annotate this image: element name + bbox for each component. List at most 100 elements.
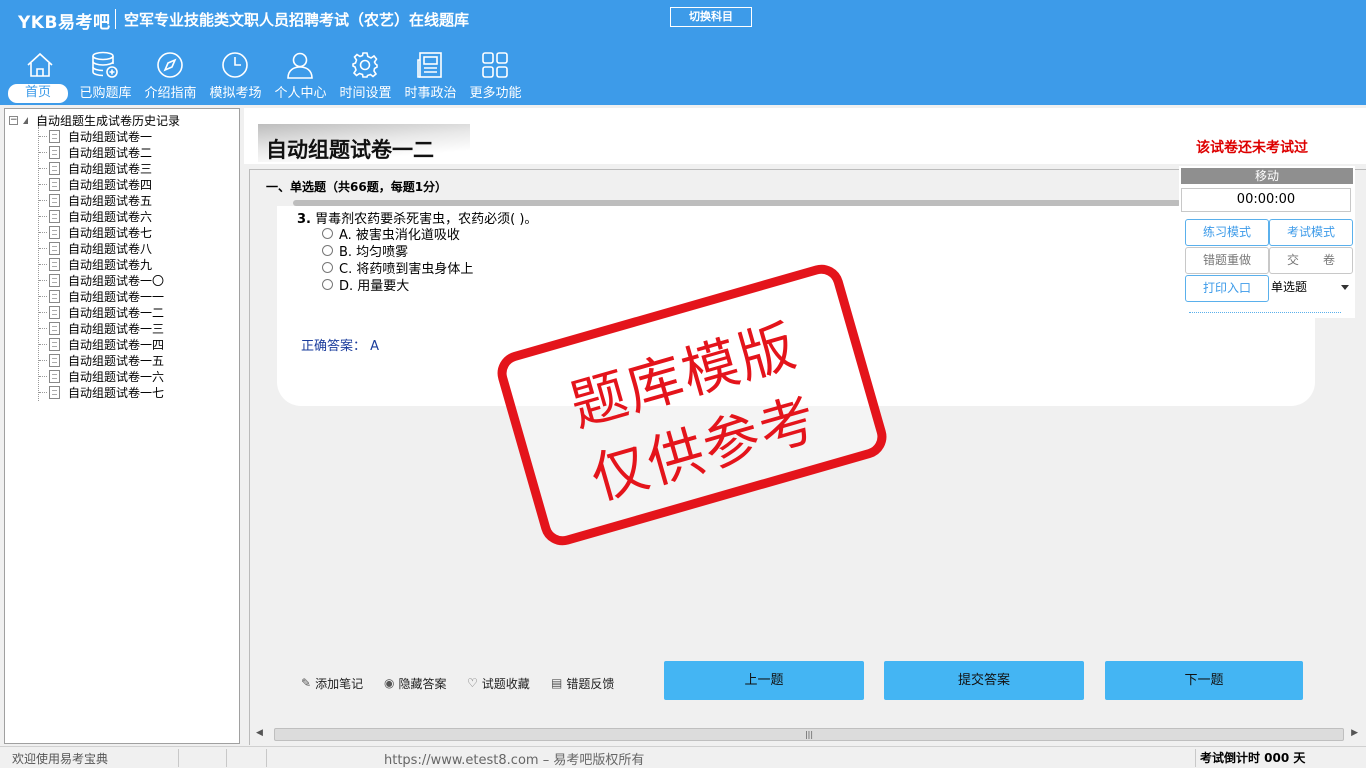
practice-mode-button[interactable]: 练习模式 (1185, 219, 1269, 246)
document-icon (49, 177, 60, 191)
submit-answer-button[interactable]: 提交答案 (884, 661, 1084, 700)
tree-item[interactable]: 自动组题试卷一 (39, 128, 152, 144)
tree-connector (39, 295, 47, 297)
nav-time-settings[interactable]: 时间设置 (333, 48, 398, 104)
tree-item[interactable]: 自动组题试卷二 (39, 144, 152, 160)
correct-answer: 正确答案： A (301, 335, 379, 354)
nav-purchased[interactable]: 已购题库 (73, 48, 138, 104)
app-title: 空军专业技能类文职人员招聘考试（农艺）在线题库 (124, 11, 470, 29)
print-button[interactable]: 打印入口 (1185, 275, 1269, 302)
document-icon (49, 353, 60, 367)
exam-countdown: 考试倒计时 000 天 (1200, 751, 1306, 765)
tree-item[interactable]: 自动组题试卷一一 (39, 288, 164, 304)
tree-connector (39, 279, 47, 281)
tree-connector (39, 135, 47, 137)
tree-item[interactable]: 自动组题试卷一〇 (39, 272, 164, 288)
nav-guide-label: 介绍指南 (144, 86, 197, 101)
radio-icon[interactable] (322, 279, 333, 290)
next-question-button[interactable]: 下一题 (1105, 661, 1303, 700)
tree-connector (39, 343, 47, 345)
nav-more[interactable]: 更多功能 (463, 48, 528, 104)
document-icon (49, 289, 60, 303)
tree-item-label: 自动组题试卷一 (68, 129, 153, 144)
tree-item-label: 自动组题试卷一三 (68, 321, 165, 336)
tree-item[interactable]: 自动组题试卷一七 (39, 384, 164, 400)
nav-current-affairs[interactable]: 时事政治 (398, 48, 463, 104)
scroll-left-icon[interactable]: ◀ (256, 728, 263, 738)
prev-question-button[interactable]: 上一题 (664, 661, 864, 700)
tree-item-label: 自动组题试卷八 (68, 241, 153, 256)
document-icon (49, 225, 60, 239)
tree-item-label: 自动组题试卷七 (68, 225, 153, 240)
clock-icon (222, 52, 248, 78)
top-header: YKB易考吧 空军专业技能类文职人员招聘考试（农艺）在线题库 切换科目 首页 已… (0, 0, 1366, 105)
nav-purchased-label: 已购题库 (79, 86, 132, 101)
tree-item-label: 自动组题试卷一七 (68, 385, 165, 400)
option-d[interactable]: D. 用量要大 (322, 276, 409, 294)
tree-item[interactable]: 自动组题试卷七 (39, 224, 152, 240)
tree-connector (39, 247, 47, 249)
favorite-button[interactable]: ♡ 试题收藏 (467, 674, 530, 692)
tree-item-label: 自动组题试卷六 (68, 209, 153, 224)
redo-wrong-button[interactable]: 错题重做 (1185, 247, 1269, 274)
collapse-icon[interactable]: − (9, 115, 18, 125)
correct-answer-label: 正确答案： (301, 339, 367, 354)
nav-current-affairs-label: 时事政治 (404, 86, 457, 101)
move-handle[interactable]: 移动 (1181, 168, 1353, 184)
nav-time-settings-label: 时间设置 (339, 86, 392, 101)
document-icon (49, 257, 60, 271)
option-a[interactable]: A. 被害虫消化道吸收 (322, 225, 460, 243)
option-b[interactable]: B. 均匀喷雾 (322, 242, 408, 260)
tree-item-label: 自动组题试卷一六 (68, 369, 165, 384)
option-c[interactable]: C. 将药喷到害虫身体上 (322, 259, 473, 277)
tree-item[interactable]: 自动组题试卷九 (39, 256, 152, 272)
tree-item[interactable]: 自动组题试卷五 (39, 192, 152, 208)
document-icon (49, 209, 60, 223)
tree-item[interactable]: 自动组题试卷三 (39, 160, 152, 176)
hand-in-button[interactable]: 交 卷 (1269, 247, 1353, 274)
tree-connector (39, 183, 47, 185)
nav-mock-exam[interactable]: 模拟考场 (203, 48, 268, 104)
tree-item[interactable]: 自动组题试卷一四 (39, 336, 164, 352)
document-icon (49, 273, 60, 287)
feedback-label: 错题反馈 (566, 676, 615, 691)
nav-home[interactable]: 首页 (8, 48, 73, 104)
tree-item[interactable]: 自动组题试卷一二 (39, 304, 164, 320)
horizontal-scrollbar[interactable]: ◀ ||| ▶ (251, 726, 1363, 743)
exam-mode-button[interactable]: 考试模式 (1269, 219, 1353, 246)
radio-icon[interactable] (322, 262, 333, 273)
tree-item[interactable]: 自动组题试卷六 (39, 208, 152, 224)
document-icon (49, 305, 60, 319)
scroll-right-icon[interactable]: ▶ (1351, 728, 1358, 738)
grid-icon (482, 52, 508, 78)
radio-icon[interactable] (322, 228, 333, 239)
document-icon (49, 321, 60, 335)
brand-divider (115, 9, 116, 29)
scrollbar-thumb[interactable]: ||| (274, 728, 1344, 741)
feedback-button[interactable]: ▤ 错题反馈 (551, 674, 614, 692)
hide-answer-button[interactable]: ◉ 隐藏答案 (384, 674, 447, 692)
document-icon (49, 161, 60, 175)
nav-guide[interactable]: 介绍指南 (138, 48, 203, 104)
tree-item[interactable]: 自动组题试卷一三 (39, 320, 164, 336)
switch-subject-button[interactable]: 切换科目 (670, 7, 752, 27)
paper-header: 自动组题试卷一二 该试卷还未考试过 (244, 108, 1366, 164)
tree-item[interactable]: 自动组题试卷四 (39, 176, 152, 192)
exam-status: 该试卷还未考试过 (1196, 140, 1308, 156)
tree-item-label: 自动组题试卷一〇 (68, 273, 165, 288)
radio-icon[interactable] (322, 245, 333, 256)
question-type-select[interactable]: 单选题 (1269, 276, 1353, 298)
tree-connector (39, 375, 47, 377)
document-icon (49, 337, 60, 351)
question-type-value: 单选题 (1271, 280, 1308, 294)
tree-item-label: 自动组题试卷二 (68, 145, 153, 160)
tree-item[interactable]: 自动组题试卷一五 (39, 352, 164, 368)
panel-divider (1189, 312, 1341, 313)
tree-root[interactable]: − 自动组题生成试卷历史记录 (9, 112, 180, 128)
add-note-button[interactable]: ✎ 添加笔记 (301, 674, 363, 692)
tree-connector (39, 215, 47, 217)
nav-profile[interactable]: 个人中心 (268, 48, 333, 104)
tree-item[interactable]: 自动组题试卷八 (39, 240, 152, 256)
news-icon (417, 52, 442, 78)
tree-item[interactable]: 自动组题试卷一六 (39, 368, 164, 384)
